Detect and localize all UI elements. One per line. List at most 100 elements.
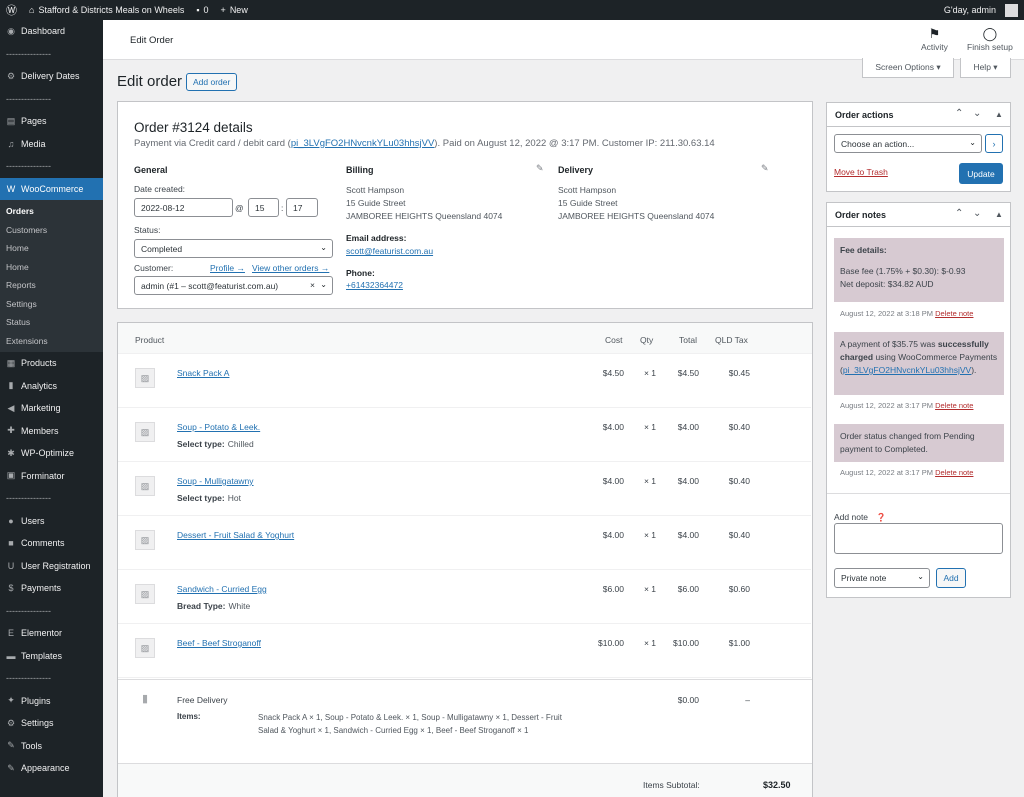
- date-created-input[interactable]: 2022-08-12: [134, 198, 233, 217]
- move-up-icon[interactable]: ⌃: [955, 108, 963, 119]
- sidebar-item-wp-optimize[interactable]: ✱ WP-Optimize: [0, 442, 103, 465]
- update-button[interactable]: Update: [959, 163, 1003, 184]
- edit-billing-pencil-icon[interactable]: ✎: [536, 163, 544, 174]
- customer-profile-link[interactable]: Profile →: [210, 263, 245, 273]
- new-content-link[interactable]: + New: [215, 0, 254, 20]
- sidebar-item-user-registration[interactable]: U User Registration: [0, 555, 103, 578]
- product-link[interactable]: Snack Pack A: [177, 368, 229, 378]
- menu-separator: ---------------: [6, 161, 51, 172]
- item-cost: $4.00: [602, 422, 624, 432]
- sidebar-item-members[interactable]: ✚ Members: [0, 420, 103, 443]
- sidebar-item-comments[interactable]: ■ Comments: [0, 532, 103, 555]
- order-actions-title: Order actions: [835, 110, 894, 120]
- user-registration-icon: U: [7, 560, 15, 571]
- sidebar-item-settings[interactable]: ⚙ Settings: [0, 712, 103, 735]
- account-menu[interactable]: G'day, admin: [938, 0, 1024, 20]
- chevron-right-icon: ›: [992, 138, 996, 149]
- sidebar-item-woocommerce[interactable]: W WooCommerce: [0, 177, 103, 200]
- sidebar-item-analytics[interactable]: ▮ Analytics: [0, 375, 103, 398]
- move-down-icon[interactable]: ⌄: [973, 108, 981, 119]
- submenu-item-extensions[interactable]: Extensions: [0, 332, 103, 351]
- submenu-item-home[interactable]: Home: [0, 258, 103, 277]
- sidebar-item-pages[interactable]: ▤ Pages: [0, 110, 103, 133]
- help-button[interactable]: Help ▾: [960, 58, 1011, 78]
- meta-label: Bread Type:: [177, 601, 226, 611]
- move-up-icon[interactable]: ⌃: [955, 208, 963, 219]
- sidebar-item-appearance[interactable]: ✎ Appearance: [0, 757, 103, 780]
- phone-link[interactable]: +61432364472: [346, 279, 403, 292]
- note-payment-link[interactable]: pi_3LVgFO2HNvcnkYLu03hhsjVV: [843, 365, 971, 375]
- submenu-item-settings[interactable]: Settings: [0, 295, 103, 314]
- sidebar-item-forminator[interactable]: ▣ Forminator: [0, 465, 103, 488]
- product-link[interactable]: Soup - Mulligatawny: [177, 476, 254, 486]
- move-down-icon[interactable]: ⌄: [973, 208, 981, 219]
- email-label: Email address:: [346, 233, 407, 243]
- delete-note-link[interactable]: Delete note: [935, 401, 973, 410]
- comments-link[interactable]: ▪ 0: [190, 0, 214, 20]
- sidebar-item-label: Appearance: [21, 763, 70, 774]
- divider: [827, 493, 1010, 494]
- email-link[interactable]: scott@featurist.com.au: [346, 245, 433, 258]
- note-type-select[interactable]: Private note ⌄: [834, 568, 930, 588]
- hour-input[interactable]: 15: [248, 198, 279, 217]
- menu-separator: ---------------: [6, 493, 51, 504]
- customer-select[interactable]: admin (#1 – scott@featurist.com.au) × ⌄: [134, 276, 333, 295]
- submenu-item-status[interactable]: Status: [0, 313, 103, 332]
- submenu-item-reports[interactable]: Reports: [0, 276, 103, 295]
- sidebar-item-marketing[interactable]: ◀ Marketing: [0, 397, 103, 420]
- product-link[interactable]: Sandwich - Curried Egg: [177, 584, 267, 594]
- item-total: $6.00: [677, 584, 699, 594]
- product-meta: Select type: Hot: [177, 493, 241, 503]
- submenu-item-home[interactable]: Home: [0, 239, 103, 258]
- product-link[interactable]: Soup - Potato & Leek.: [177, 422, 260, 432]
- payment-intent-link[interactable]: pi_3LVgFO2HNvcnkYLu03hhsjVV: [291, 138, 434, 149]
- add-note-button[interactable]: Add: [936, 568, 966, 588]
- elementor-icon: E: [7, 628, 14, 639]
- sidebar-item-dashboard[interactable]: ◉ Dashboard: [0, 20, 103, 43]
- minute-input[interactable]: 17: [286, 198, 318, 217]
- sidebar-item-payments[interactable]: $ Payments: [0, 577, 103, 600]
- toggle-panel-icon[interactable]: ▲: [995, 110, 1003, 119]
- sidebar-item-tools[interactable]: ✎ Tools: [0, 735, 103, 758]
- clear-icon[interactable]: ×: [310, 280, 315, 290]
- finish-setup-button[interactable]: ◯ Finish setup: [967, 26, 1013, 52]
- product-link[interactable]: Dessert - Fruit Salad & Yoghurt: [177, 530, 294, 540]
- sidebar-item-users[interactable]: ● Users: [0, 510, 103, 533]
- table-row: ▨ Dessert - Fruit Salad & Yoghurt $4.00 × 1…: [118, 516, 811, 570]
- sidebar-item-delivery-dates[interactable]: ⚙ Delivery Dates: [0, 65, 103, 88]
- screen-options-button[interactable]: Screen Options ▾: [862, 58, 954, 78]
- submenu-item-customers[interactable]: Customers: [0, 221, 103, 240]
- tools-icon: ✎: [7, 740, 15, 751]
- move-to-trash-link[interactable]: Move to Trash: [834, 167, 888, 177]
- wordpress-logo-icon[interactable]: Ⓦ: [0, 0, 23, 20]
- sidebar-item-label: Products: [21, 358, 57, 369]
- product-link[interactable]: Beef - Beef Stroganoff: [177, 638, 261, 648]
- colon-separator: :: [281, 203, 284, 213]
- order-title: Order #3124 details: [134, 120, 253, 135]
- sidebar-item-label: Media: [21, 138, 46, 149]
- item-qty: × 1: [643, 584, 656, 594]
- status-select[interactable]: Completed ⌄: [134, 239, 333, 258]
- order-action-select[interactable]: Choose an action... ⌄: [834, 134, 982, 153]
- submenu-item-orders[interactable]: Orders: [0, 202, 103, 221]
- sidebar-item-templates[interactable]: ▬ Templates: [0, 645, 103, 668]
- edit-delivery-pencil-icon[interactable]: ✎: [761, 163, 769, 174]
- sidebar-item-plugins[interactable]: ✦ Plugins: [0, 690, 103, 713]
- delete-note-link[interactable]: Delete note: [935, 468, 973, 477]
- toggle-panel-icon[interactable]: ▲: [995, 210, 1003, 219]
- sidebar-item-products[interactable]: ▦ Products: [0, 352, 103, 375]
- shipping-row: ▮ Free Delivery Items: Snack Pack A × 1,…: [118, 679, 812, 763]
- view-other-orders-link[interactable]: View other orders →: [252, 263, 329, 273]
- sidebar-item-media[interactable]: ♫ Media: [0, 133, 103, 156]
- add-order-button[interactable]: Add order: [186, 73, 238, 91]
- site-name-link[interactable]: ⌂ Stafford & Districts Meals on Wheels: [23, 0, 190, 20]
- apply-action-button[interactable]: ›: [985, 134, 1003, 153]
- delete-note-link[interactable]: Delete note: [935, 309, 973, 318]
- sidebar-item-elementor[interactable]: E Elementor: [0, 622, 103, 645]
- note-line: Base fee (1.75% + $0.30): $-0.93: [840, 266, 966, 276]
- item-total: $10.00: [673, 638, 699, 648]
- add-note-textarea[interactable]: [834, 523, 1003, 554]
- sidebar-item-label: Tools: [21, 740, 43, 751]
- help-icon[interactable]: ❓: [876, 513, 886, 522]
- activity-button[interactable]: ⚑ Activity: [921, 26, 948, 52]
